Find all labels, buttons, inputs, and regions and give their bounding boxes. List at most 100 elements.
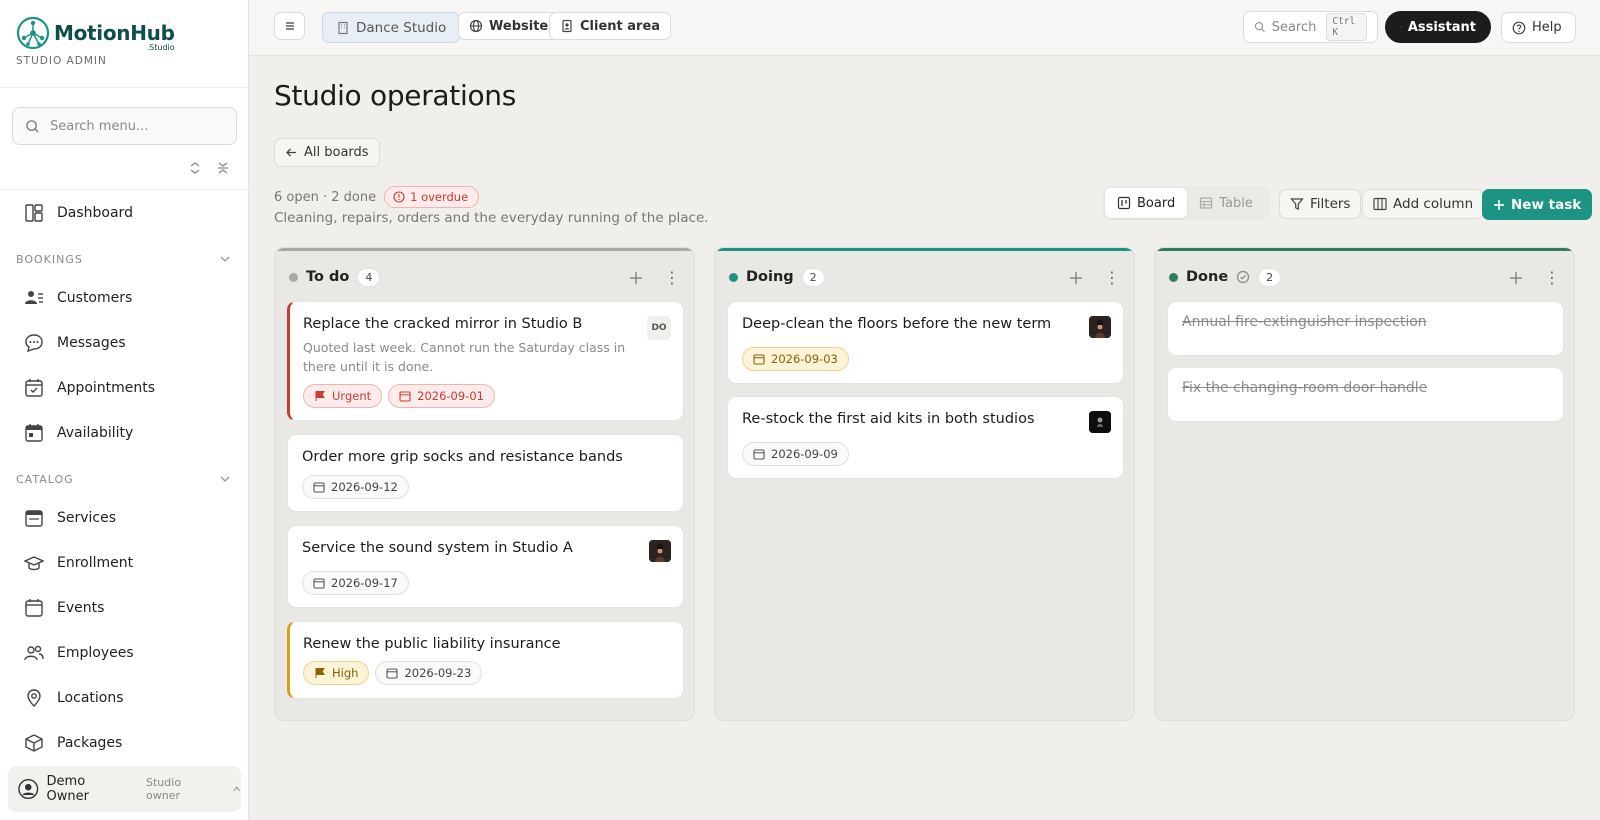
alert-icon [393,191,405,203]
view-table-label: Table [1219,195,1253,211]
sidebar-item-packages[interactable]: Packages [0,720,249,765]
section-catalog[interactable]: CATALOG [0,455,249,495]
sidebar-nav: Dashboard BOOKINGS Customers Messages Ap… [0,190,249,765]
calendar-icon [753,354,765,365]
view-board-label: Board [1137,195,1176,211]
filters-label: Filters [1310,196,1351,212]
task-card[interactable]: Re-stock the first aid kits in both stud… [727,396,1124,479]
due-date-label: 2026-09-17 [331,576,398,590]
search-shortcut: Ctrl K [1326,13,1367,41]
add-column-label: Add column [1393,196,1474,212]
column-status-dot [729,272,738,282]
overdue-label: 1 overdue [410,190,469,204]
task-title: Order more grip socks and resistance ban… [302,449,623,465]
sidebar-item-dashboard[interactable]: Dashboard [0,190,249,235]
messages-icon [25,333,43,352]
help-button[interactable]: Help [1501,12,1576,43]
priority-label: Urgent [332,389,372,403]
menu-button[interactable] [274,12,305,40]
sidebar-item-label: Customers [57,289,133,306]
studio-switcher[interactable]: Dance Studio [322,12,461,43]
event-icon [25,598,43,617]
calendar-icon [313,578,325,589]
assistant-label: Assistant [1407,19,1476,35]
more-options-icon[interactable]: ⋮ [1104,268,1120,287]
filters-button[interactable]: Filters [1279,189,1362,219]
sidebar-item-enrollment[interactable]: Enrollment [0,540,249,585]
all-boards-button[interactable]: All boards [274,138,380,167]
priority-tag: Urgent [303,384,383,408]
global-search[interactable]: Search Ctrl K [1243,11,1378,43]
sidebar-search[interactable] [12,107,237,145]
sidebar-search-input[interactable] [50,118,220,134]
chevron-up-icon [233,786,240,792]
sidebar: MotionHub .Studio STUDIO ADMIN Dashboard… [0,0,249,820]
collapse-all-icon[interactable] [216,160,230,174]
view-board-button[interactable]: Board [1105,188,1188,218]
overdue-badge[interactable]: 1 overdue [384,186,480,208]
task-title: Fix the changing-room door handle [1182,380,1428,396]
task-note: Quoted last week. Cannot run the Saturda… [303,340,626,374]
sidebar-item-label: Services [57,509,117,526]
due-date-tag: 2026-09-09 [742,442,849,466]
add-card-icon[interactable]: ＋ [1068,265,1084,289]
sidebar-item-appointments[interactable]: Appointments [0,365,249,410]
more-options-icon[interactable]: ⋮ [1544,268,1560,287]
user-menu[interactable]: Demo Owner Studio owner [8,766,241,812]
badge-icon [562,19,572,33]
client-area-button[interactable]: Client area [549,12,672,40]
calendar-icon [313,482,325,493]
customers-icon [25,290,43,304]
filter-icon [1290,198,1304,210]
add-column-button[interactable]: Add column [1362,189,1485,219]
due-date-tag: 2026-09-12 [302,475,409,499]
sidebar-item-label: Locations [57,689,124,706]
assignee-avatar[interactable] [649,540,671,562]
column-status-dot [289,272,298,282]
chevron-down-icon [220,256,230,262]
view-table-button[interactable]: Table [1187,188,1265,218]
task-title: Deep-clean the floors before the new ter… [742,316,1052,332]
sidebar-item-employees[interactable]: Employees [0,630,249,675]
page-title: Studio operations [274,79,517,112]
add-card-icon[interactable]: ＋ [1508,265,1524,289]
add-card-icon[interactable]: ＋ [628,265,644,289]
open-done-count: 6 open · 2 done [274,189,377,205]
sidebar-item-label: Appointments [57,379,156,396]
building-icon [338,21,348,34]
employees-icon [24,645,44,660]
assistant-button[interactable]: Assistant [1385,11,1491,43]
column-title: To do [306,269,350,285]
task-card[interactable]: Service the sound system in Studio A 202… [287,525,684,608]
sidebar-item-locations[interactable]: Locations [0,675,249,720]
assignee-avatar[interactable] [1089,316,1111,338]
flag-icon [315,391,325,401]
column-count: 4 [357,267,381,287]
sidebar-item-availability[interactable]: Availability [0,410,249,455]
task-card[interactable]: Annual fire-extinguisher inspection [1167,301,1564,356]
view-toggle: Board Table [1103,186,1269,220]
task-card[interactable]: Fix the changing-room door handle [1167,367,1564,422]
more-options-icon[interactable]: ⋮ [664,268,680,287]
sidebar-item-customers[interactable]: Customers [0,275,249,320]
assignee-avatar[interactable] [1089,411,1111,433]
assignee-initials[interactable]: DO [647,316,671,340]
logo-name: MotionHub [54,21,175,45]
task-card[interactable]: Renew the public liability insurance Hig… [287,621,684,699]
new-task-button[interactable]: New task [1482,189,1593,220]
task-card[interactable]: Deep-clean the floors before the new ter… [727,301,1124,384]
expand-all-icon[interactable] [188,160,202,174]
calendar-icon [386,668,398,679]
section-bookings[interactable]: BOOKINGS [0,235,249,275]
task-title: Re-stock the first aid kits in both stud… [742,411,1035,427]
due-date-tag: 2026-09-17 [302,571,409,595]
task-card[interactable]: Replace the cracked mirror in Studio B D… [287,301,684,421]
sidebar-item-events[interactable]: Events [0,585,249,630]
sidebar-item-services[interactable]: Services [0,495,249,540]
sidebar-item-messages[interactable]: Messages [0,320,249,365]
client-area-label: Client area [580,18,661,34]
task-card[interactable]: Order more grip socks and resistance ban… [287,434,684,512]
website-button[interactable]: Website [458,12,560,40]
sidebar-item-label: Enrollment [57,554,134,571]
globe-icon [469,19,483,33]
